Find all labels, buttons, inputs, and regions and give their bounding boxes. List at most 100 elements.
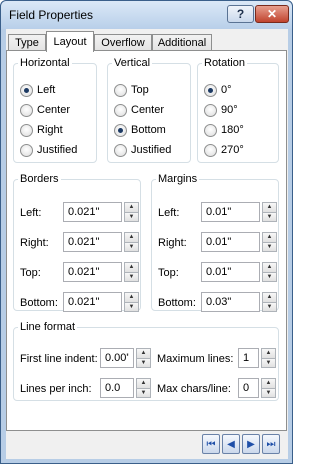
horizontal-justified-option[interactable]: Justified bbox=[20, 143, 77, 157]
vertical-justified-option[interactable]: Justified bbox=[114, 143, 171, 157]
margin-right-stepper[interactable]: ▲▼ bbox=[201, 232, 277, 252]
radio-button[interactable] bbox=[114, 143, 127, 157]
margin-left-input[interactable] bbox=[201, 202, 260, 222]
first-line-indent-input[interactable] bbox=[100, 348, 134, 368]
margin-top-stepper[interactable]: ▲▼ bbox=[201, 262, 277, 282]
border-top-input[interactable] bbox=[63, 262, 122, 282]
radio-button[interactable] bbox=[114, 103, 127, 117]
increment-arrow-icon[interactable]: ▲ bbox=[124, 262, 139, 273]
vertical-bottom-option[interactable]: Bottom bbox=[114, 123, 166, 137]
tab-additional[interactable]: Additional bbox=[152, 34, 212, 51]
horizontal-left-option[interactable]: Left bbox=[20, 83, 55, 97]
margin-right-input[interactable] bbox=[201, 232, 260, 252]
line-format-group-title: Line format bbox=[20, 321, 76, 333]
window-title: Field Properties bbox=[9, 8, 94, 22]
vertical-group: Vertical Top Center Bottom Justified bbox=[107, 57, 191, 163]
rotation-0-option[interactable]: 0° bbox=[204, 83, 232, 97]
border-left-input[interactable] bbox=[63, 202, 122, 222]
lines-per-inch-input[interactable] bbox=[100, 378, 134, 398]
rotation-group-title: Rotation bbox=[204, 57, 245, 69]
horizontal-right-option[interactable]: Right bbox=[20, 123, 63, 137]
lines-per-inch-stepper[interactable]: ▲▼ bbox=[100, 378, 151, 398]
rotation-180-option[interactable]: 180° bbox=[204, 123, 244, 137]
radio-button[interactable] bbox=[20, 103, 33, 117]
margin-bottom-input[interactable] bbox=[201, 292, 260, 312]
border-right-input[interactable] bbox=[63, 232, 122, 252]
previous-record-button[interactable]: ◀ bbox=[222, 434, 240, 454]
first-line-indent-label: First line indent: bbox=[20, 353, 98, 365]
border-right-stepper[interactable]: ▲▼ bbox=[63, 232, 139, 252]
margin-bottom-stepper[interactable]: ▲▼ bbox=[201, 292, 277, 312]
decrement-arrow-icon[interactable]: ▼ bbox=[261, 358, 276, 368]
tab-type[interactable]: Type bbox=[8, 34, 46, 51]
title-bar[interactable]: Field Properties ? ✕ bbox=[1, 1, 292, 29]
decrement-arrow-icon[interactable]: ▼ bbox=[124, 302, 139, 312]
border-bottom-input[interactable] bbox=[63, 292, 122, 312]
margin-top-input[interactable] bbox=[201, 262, 260, 282]
option-label: Right bbox=[37, 124, 63, 136]
increment-arrow-icon[interactable]: ▲ bbox=[261, 348, 276, 359]
horizontal-group: Horizontal Left Center Right Justified bbox=[13, 57, 97, 163]
next-record-button[interactable]: ▶ bbox=[242, 434, 260, 454]
increment-arrow-icon[interactable]: ▲ bbox=[262, 262, 277, 273]
decrement-arrow-icon[interactable]: ▼ bbox=[262, 302, 277, 312]
last-record-button[interactable]: ⏭ bbox=[262, 434, 280, 454]
radio-button[interactable] bbox=[204, 83, 217, 97]
first-record-button[interactable]: ⏮ bbox=[202, 434, 220, 454]
option-label: 90° bbox=[221, 104, 238, 116]
margins-group: Margins Left: ▲▼ Right: ▲▼ Top: ▲▼ Botto… bbox=[151, 173, 279, 312]
option-label: Top bbox=[131, 84, 149, 96]
option-label: Justified bbox=[37, 144, 78, 156]
decrement-arrow-icon[interactable]: ▼ bbox=[136, 388, 151, 398]
radio-button[interactable] bbox=[20, 83, 33, 97]
first-line-indent-stepper[interactable]: ▲▼ bbox=[100, 348, 151, 368]
increment-arrow-icon[interactable]: ▲ bbox=[124, 202, 139, 213]
increment-arrow-icon[interactable]: ▲ bbox=[136, 378, 151, 389]
radio-button[interactable] bbox=[204, 123, 217, 137]
rotation-270-option[interactable]: 270° bbox=[204, 143, 244, 157]
decrement-arrow-icon[interactable]: ▼ bbox=[262, 212, 277, 222]
margin-left-stepper[interactable]: ▲▼ bbox=[201, 202, 277, 222]
maximum-lines-stepper[interactable]: ▲▼ bbox=[238, 348, 276, 368]
increment-arrow-icon[interactable]: ▲ bbox=[136, 348, 151, 359]
decrement-arrow-icon[interactable]: ▼ bbox=[124, 272, 139, 282]
decrement-arrow-icon[interactable]: ▼ bbox=[124, 242, 139, 252]
help-button[interactable]: ? bbox=[227, 5, 254, 23]
decrement-arrow-icon[interactable]: ▼ bbox=[136, 358, 151, 368]
radio-button[interactable] bbox=[114, 83, 127, 97]
tab-overflow[interactable]: Overflow bbox=[94, 34, 152, 51]
border-bottom-stepper[interactable]: ▲▼ bbox=[63, 292, 139, 312]
vertical-top-option[interactable]: Top bbox=[114, 83, 149, 97]
horizontal-center-option[interactable]: Center bbox=[20, 103, 70, 117]
max-chars-line-stepper[interactable]: ▲▼ bbox=[238, 378, 276, 398]
increment-arrow-icon[interactable]: ▲ bbox=[262, 292, 277, 303]
option-label: 0° bbox=[221, 84, 232, 96]
radio-button[interactable] bbox=[20, 143, 33, 157]
margin-top-label: Top: bbox=[158, 267, 179, 279]
close-button[interactable]: ✕ bbox=[255, 5, 289, 23]
increment-arrow-icon[interactable]: ▲ bbox=[124, 232, 139, 243]
margin-right-label: Right: bbox=[158, 237, 187, 249]
vertical-center-option[interactable]: Center bbox=[114, 103, 164, 117]
border-left-stepper[interactable]: ▲▼ bbox=[63, 202, 139, 222]
tab-layout[interactable]: Layout bbox=[46, 31, 94, 52]
increment-arrow-icon[interactable]: ▲ bbox=[262, 202, 277, 213]
option-label: 180° bbox=[221, 124, 244, 136]
decrement-arrow-icon[interactable]: ▼ bbox=[124, 212, 139, 222]
max-chars-line-input[interactable] bbox=[238, 378, 259, 398]
decrement-arrow-icon[interactable]: ▼ bbox=[262, 272, 277, 282]
border-top-stepper[interactable]: ▲▼ bbox=[63, 262, 139, 282]
field-properties-window: Field Properties ? ✕ Type Layout Overflo… bbox=[0, 0, 293, 464]
increment-arrow-icon[interactable]: ▲ bbox=[262, 232, 277, 243]
rotation-90-option[interactable]: 90° bbox=[204, 103, 238, 117]
radio-button[interactable] bbox=[204, 143, 217, 157]
radio-button[interactable] bbox=[20, 123, 33, 137]
layout-tab-panel: Horizontal Left Center Right Justified V… bbox=[6, 50, 287, 431]
increment-arrow-icon[interactable]: ▲ bbox=[261, 378, 276, 389]
radio-button[interactable] bbox=[204, 103, 217, 117]
decrement-arrow-icon[interactable]: ▼ bbox=[262, 242, 277, 252]
maximum-lines-input[interactable] bbox=[238, 348, 259, 368]
decrement-arrow-icon[interactable]: ▼ bbox=[261, 388, 276, 398]
radio-button[interactable] bbox=[114, 123, 127, 137]
increment-arrow-icon[interactable]: ▲ bbox=[124, 292, 139, 303]
